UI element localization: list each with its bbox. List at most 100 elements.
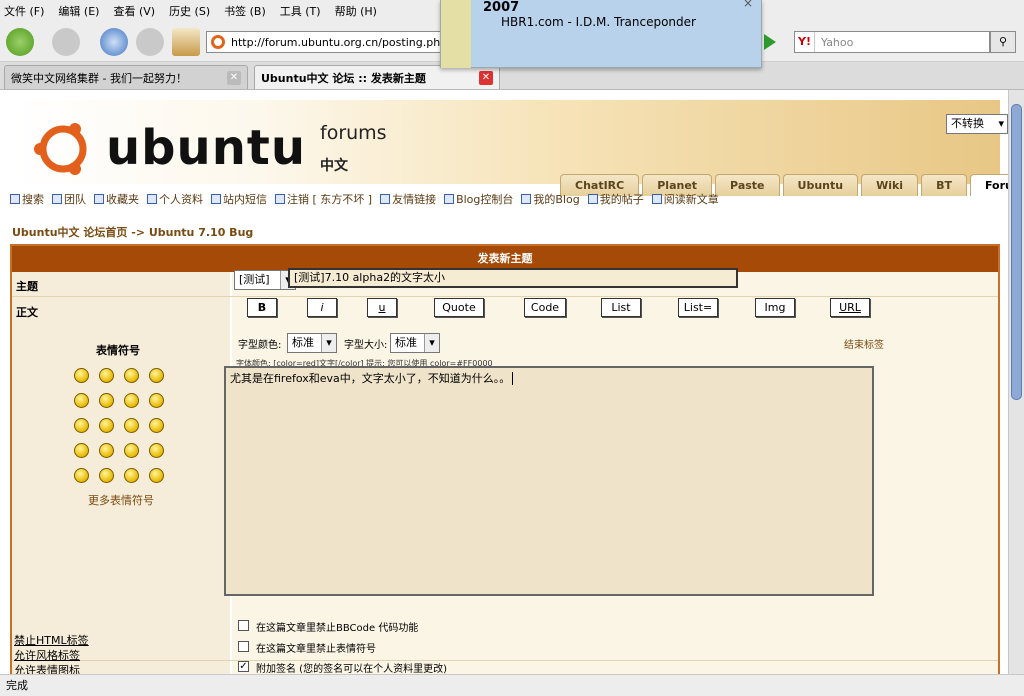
- go-arrow-icon[interactable]: [764, 34, 776, 50]
- razz-icon[interactable]: [99, 418, 114, 433]
- menu-edit[interactable]: 编辑 (E): [58, 3, 99, 19]
- site-banner: ubuntu forums 中文 不转换 ChatIRC Planet Past…: [10, 100, 1008, 196]
- my-blog-icon: [521, 194, 532, 204]
- list-ordered-button[interactable]: List=: [678, 298, 718, 317]
- font-color-label: 字型颜色:: [238, 340, 282, 351]
- back-arrow-icon[interactable]: [6, 28, 34, 56]
- tab-weixiao[interactable]: 微笑中文网络集群 - 我们一起努力！ ✕: [4, 65, 248, 89]
- stop-icon[interactable]: [136, 28, 164, 56]
- menu-history[interactable]: 历史 (S): [169, 3, 210, 19]
- twisted-icon[interactable]: [99, 443, 114, 458]
- menu-view[interactable]: 查看 (V): [113, 3, 155, 19]
- search-engine-icon[interactable]: Y!: [795, 32, 815, 52]
- logo-wordmark: ubuntu: [106, 120, 306, 176]
- question-icon[interactable]: [99, 468, 114, 483]
- close-icon[interactable]: ×: [743, 0, 753, 10]
- ubuntu-favicon-icon: [211, 35, 225, 49]
- rolleyes-icon[interactable]: [124, 443, 139, 458]
- text-cursor: [512, 372, 514, 385]
- code-button[interactable]: Code: [524, 298, 566, 317]
- mad-icon[interactable]: [74, 418, 89, 433]
- search-magnifier-icon[interactable]: ⚲: [990, 31, 1016, 53]
- close-tab-icon[interactable]: ✕: [479, 70, 493, 85]
- convert-select[interactable]: 不转换: [946, 114, 1008, 134]
- link-blog-console[interactable]: Blog控制台: [456, 191, 513, 207]
- sad-icon[interactable]: [124, 368, 139, 383]
- status-bar: 完成: [0, 674, 1024, 696]
- vertical-scrollbar[interactable]: [1008, 90, 1024, 674]
- italic-button[interactable]: i: [307, 298, 337, 317]
- link-logout[interactable]: 注销 [ 东方不坏 ]: [287, 191, 372, 207]
- surprised-icon[interactable]: [149, 368, 164, 383]
- link-my-posts[interactable]: 我的帖子: [600, 191, 644, 207]
- font-size-select[interactable]: 标准: [390, 333, 440, 353]
- confused-icon[interactable]: [99, 393, 114, 408]
- subject-prefix-select[interactable]: [测试]: [234, 270, 296, 290]
- link-messages[interactable]: 站内短信: [223, 191, 267, 207]
- shocked-icon[interactable]: [74, 393, 89, 408]
- option-html-disabled[interactable]: 禁止HTML标签: [14, 632, 89, 648]
- embarrassed-icon[interactable]: [124, 418, 139, 433]
- idea-icon[interactable]: [124, 468, 139, 483]
- crying-icon[interactable]: [149, 418, 164, 433]
- underline-button[interactable]: u: [367, 298, 397, 317]
- subject-input[interactable]: [测试]7.10 alpha2的文字太小: [288, 268, 738, 288]
- link-team[interactable]: 团队: [64, 191, 86, 207]
- attach-signature-label: 附加签名 (您的签名可以在个人资料里更改): [256, 664, 447, 674]
- disable-smilies-checkbox[interactable]: [238, 641, 249, 652]
- cool-icon[interactable]: [124, 393, 139, 408]
- bold-button[interactable]: B: [247, 298, 277, 317]
- ubuntu-logo-icon: [34, 123, 87, 175]
- close-tab-icon[interactable]: ✕: [227, 70, 241, 85]
- more-smilies-link[interactable]: 更多表情符号: [88, 492, 154, 508]
- url-text: http://forum.ubuntu.org.cn/posting.php?m…: [231, 35, 443, 49]
- tab-ubuntu-forum[interactable]: Ubuntu中文 论坛 :: 发表新主题 ✕: [254, 65, 500, 89]
- url-button[interactable]: URL: [830, 298, 870, 317]
- friend-links-icon: [380, 194, 391, 204]
- list-button[interactable]: List: [601, 298, 641, 317]
- link-favorites[interactable]: 收藏夹: [106, 191, 139, 207]
- smile-icon[interactable]: [74, 368, 89, 383]
- link-search[interactable]: 搜索: [22, 191, 44, 207]
- team-icon: [52, 194, 62, 204]
- link-profile[interactable]: 个人资料: [159, 191, 203, 207]
- menu-help[interactable]: 帮助 (H): [335, 3, 377, 19]
- option-smilies-allowed[interactable]: 允许表情图标: [14, 662, 80, 674]
- attach-signature-checkbox[interactable]: ✓: [238, 661, 249, 672]
- laughing-icon[interactable]: [149, 393, 164, 408]
- quote-button[interactable]: Quote: [434, 298, 484, 317]
- link-my-blog[interactable]: 我的Blog: [533, 191, 579, 207]
- my-posts-icon: [587, 194, 598, 204]
- messages-icon: [211, 194, 221, 204]
- arrow-icon[interactable]: [149, 468, 164, 483]
- font-color-select[interactable]: 标准: [287, 333, 337, 353]
- link-friends[interactable]: 友情链接: [392, 191, 436, 207]
- exclaim-icon[interactable]: [74, 468, 89, 483]
- menu-bookmarks[interactable]: 书签 (B): [224, 3, 266, 19]
- home-icon[interactable]: [172, 28, 200, 56]
- forward-arrow-icon[interactable]: [52, 28, 80, 56]
- message-textarea[interactable]: 尤其是在firefox和eva中，文字太小了，不知道为什么。。: [224, 366, 874, 596]
- page-content: ubuntu forums 中文 不转换 ChatIRC Planet Past…: [0, 90, 1008, 674]
- url-bar[interactable]: http://forum.ubuntu.org.cn/posting.php?m…: [206, 31, 444, 53]
- menu-file[interactable]: 文件 (F): [4, 3, 44, 19]
- close-tags-link[interactable]: 结束标签: [844, 336, 884, 351]
- row-divider: [12, 660, 998, 661]
- img-button[interactable]: Img: [755, 298, 795, 317]
- notification-song: HBR1.com - I.D.M. Tranceponder: [501, 15, 696, 29]
- grin-icon[interactable]: [99, 368, 114, 383]
- disable-bbcode-checkbox[interactable]: [238, 620, 249, 631]
- notification-strip: [441, 0, 471, 68]
- scrollbar-thumb[interactable]: [1011, 104, 1022, 400]
- breadcrumb[interactable]: Ubuntu中文 论坛首页 -> Ubuntu 7.10 Bug: [12, 224, 253, 240]
- forum-link-bar: 搜索 团队 收藏夹 个人资料 站内短信 注销 [ 东方不坏 ] 友情链接 Blo…: [10, 190, 1000, 208]
- disable-smilies-label: 在这篇文章里禁止表情符号: [256, 644, 376, 655]
- evil-icon[interactable]: [74, 443, 89, 458]
- logo-forums-text: forums: [320, 122, 387, 144]
- wink-icon[interactable]: [149, 443, 164, 458]
- search-input[interactable]: Y! Yahoo: [794, 31, 990, 53]
- link-new-posts[interactable]: 阅读新文章: [664, 191, 719, 207]
- option-style-allowed[interactable]: 允许风格标签: [14, 647, 80, 663]
- reload-icon[interactable]: [100, 28, 128, 56]
- menu-tools[interactable]: 工具 (T): [280, 3, 321, 19]
